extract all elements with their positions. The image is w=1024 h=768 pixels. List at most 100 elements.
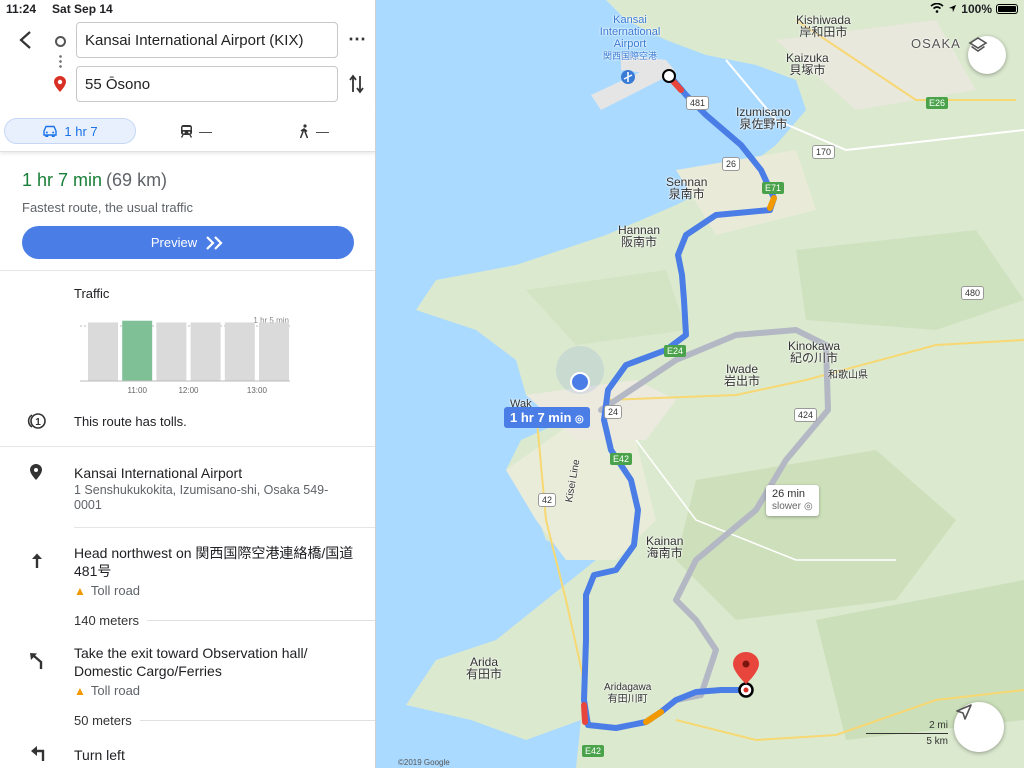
- map-label-arida-jp: 有田市: [466, 667, 503, 681]
- start-location-address: 1 Senshukukokita, Izumisano-shi, Osaka 5…: [74, 483, 329, 512]
- step-instruction[interactable]: Head northwest on 関西国際空港連絡橋/国道481号: [74, 544, 364, 580]
- road-shield: 24: [604, 405, 623, 419]
- step-distance-value: 140 meters: [74, 613, 140, 628]
- map-label-iwade: Iwade 岩出市: [724, 363, 760, 387]
- route-description: Fastest route, the usual traffic: [22, 200, 194, 215]
- map-label-kaizuka-jp: 貝塚市: [789, 63, 826, 77]
- keep-left-arrow-icon: [30, 653, 43, 669]
- traffic-chart: 1 hr 5 min11:00 12:00 13:00: [80, 316, 290, 395]
- warning-icon: ▲: [74, 583, 86, 598]
- swap-icon: [349, 74, 364, 94]
- destination-pin-icon: [54, 76, 66, 92]
- back-arrow-icon: [19, 31, 31, 49]
- tab-walking[interactable]: —: [298, 118, 329, 144]
- map-label-airport: Kansai International Airport 関西国際空港: [595, 14, 665, 62]
- more-options-button[interactable]: ⋯: [348, 29, 367, 50]
- status-bar: 11:24 Sat Sep 14 100%: [0, 0, 1024, 18]
- road-shield: 481: [686, 96, 710, 110]
- map-label-kainan-jp: 海南市: [646, 546, 683, 560]
- scale-miles: 2 mi: [866, 720, 948, 734]
- layers-icon: [968, 37, 988, 52]
- status-right: 100%: [930, 2, 1018, 16]
- map-label-airport-name: Kansai International Airport: [599, 14, 661, 50]
- preview-label: Preview: [150, 235, 198, 250]
- step-distance: 50 meters: [74, 713, 375, 728]
- route-duration: 1 hr 7 min: [22, 170, 103, 190]
- layers-button[interactable]: [968, 36, 1006, 74]
- traffic-bar[interactable]: [190, 322, 221, 381]
- battery-icon: [996, 4, 1018, 14]
- tab-transit[interactable]: —: [180, 118, 212, 144]
- map-label-sennan: Sennan 泉南市: [666, 176, 707, 200]
- directions-panel: Kansai International Airport (KIX) 55 Ōs…: [0, 0, 376, 768]
- my-location-button[interactable]: [954, 702, 1004, 752]
- map-label-aridagawa-en: Aridagawa: [604, 682, 652, 693]
- preview-button[interactable]: Preview: [22, 226, 354, 259]
- double-chevron-icon: [206, 235, 223, 250]
- location-pin-icon: [30, 464, 42, 480]
- location-status-icon: [948, 2, 957, 16]
- map-copyright: ©2019 Google: [398, 758, 450, 767]
- map-label-kainan: Kainan 海南市: [646, 535, 683, 559]
- route-time-callout-label: 1 hr 7 min: [510, 410, 572, 425]
- map-label-airport-jp: 関西国際空港: [602, 51, 657, 61]
- toll-small-icon: ◎: [803, 501, 813, 512]
- map-canvas: [376, 0, 1024, 768]
- toll-road-warning: ▲ Toll road: [74, 683, 140, 698]
- traffic-bar[interactable]: [224, 322, 255, 381]
- map-label-kinokawa-jp: 紀の川市: [790, 351, 839, 365]
- road-shield: E71: [762, 182, 785, 194]
- road-shield: E42: [582, 745, 605, 757]
- traffic-bar[interactable]: [122, 320, 153, 381]
- map-label-sennan-jp: 泉南市: [668, 187, 705, 201]
- scale-km-label: 5 km: [926, 736, 948, 747]
- alt-route-callout[interactable]: 26 min slower ◎: [766, 485, 819, 516]
- chart-tick-label: 11:00: [127, 386, 147, 395]
- battery-percent: 100%: [961, 2, 992, 16]
- walking-duration: —: [316, 123, 329, 139]
- map-label-osaka: OSAKA: [911, 36, 961, 51]
- train-icon: [180, 125, 193, 138]
- chart-tick-label: 13:00: [247, 386, 268, 395]
- tab-driving[interactable]: 1 hr 7: [4, 118, 136, 144]
- back-button[interactable]: [18, 30, 40, 52]
- map-label-izumisano: Izumisano 泉佐野市: [736, 106, 791, 130]
- scale-km: 5 km: [866, 736, 948, 747]
- route-dots-icon: [59, 54, 62, 70]
- road-shield: 42: [538, 493, 557, 507]
- warning-icon: ▲: [74, 683, 86, 698]
- road-shield: E42: [610, 453, 633, 465]
- road-shield: E26: [926, 97, 949, 109]
- step-instruction[interactable]: Take the exit toward Observation hall/ D…: [74, 644, 364, 680]
- step-distance-value: 50 meters: [74, 713, 132, 728]
- traffic-bar[interactable]: [88, 322, 118, 381]
- divider: [74, 527, 375, 528]
- divider: [0, 446, 375, 447]
- alt-route-time: 26 min: [772, 488, 806, 500]
- status-date: Sat Sep 14: [52, 2, 113, 16]
- traffic-bar[interactable]: [156, 322, 187, 381]
- map-label-aridagawa: Aridagawa 有田川町: [604, 682, 651, 706]
- route-time-callout[interactable]: 1 hr 7 min ◎: [504, 407, 590, 428]
- map-label-kaizuka: Kaizuka 貝塚市: [786, 52, 829, 76]
- turn-left-arrow-icon: [31, 746, 45, 761]
- travel-mode-bar: 1 hr 7 — —: [0, 112, 375, 152]
- road-shield: E24: [664, 345, 687, 357]
- step-instruction[interactable]: Turn left: [74, 746, 364, 764]
- toll-road-label: Toll road: [90, 683, 141, 698]
- origin-dot-icon: [55, 36, 66, 47]
- tolls-notice: This route has tolls.: [74, 414, 187, 429]
- map-view[interactable]: Kansai International Airport 関西国際空港 Kishi…: [376, 0, 1024, 768]
- map-label-arida: Arida 有田市: [466, 656, 502, 680]
- driving-duration: 1 hr 7: [64, 123, 98, 139]
- transit-duration: —: [199, 123, 212, 139]
- swap-button[interactable]: [349, 74, 365, 99]
- start-location-name[interactable]: Kansai International Airport: [74, 464, 364, 482]
- origin-input[interactable]: Kansai International Airport (KIX): [76, 22, 338, 58]
- traffic-label: Traffic: [74, 286, 110, 301]
- chart-tick-label: 12:00: [178, 386, 199, 395]
- traffic-bar[interactable]: [259, 322, 289, 381]
- scale-miles-label: 2 mi: [929, 720, 948, 731]
- navigation-arrow-icon: [956, 704, 972, 720]
- destination-input[interactable]: 55 Ōsono: [76, 66, 338, 102]
